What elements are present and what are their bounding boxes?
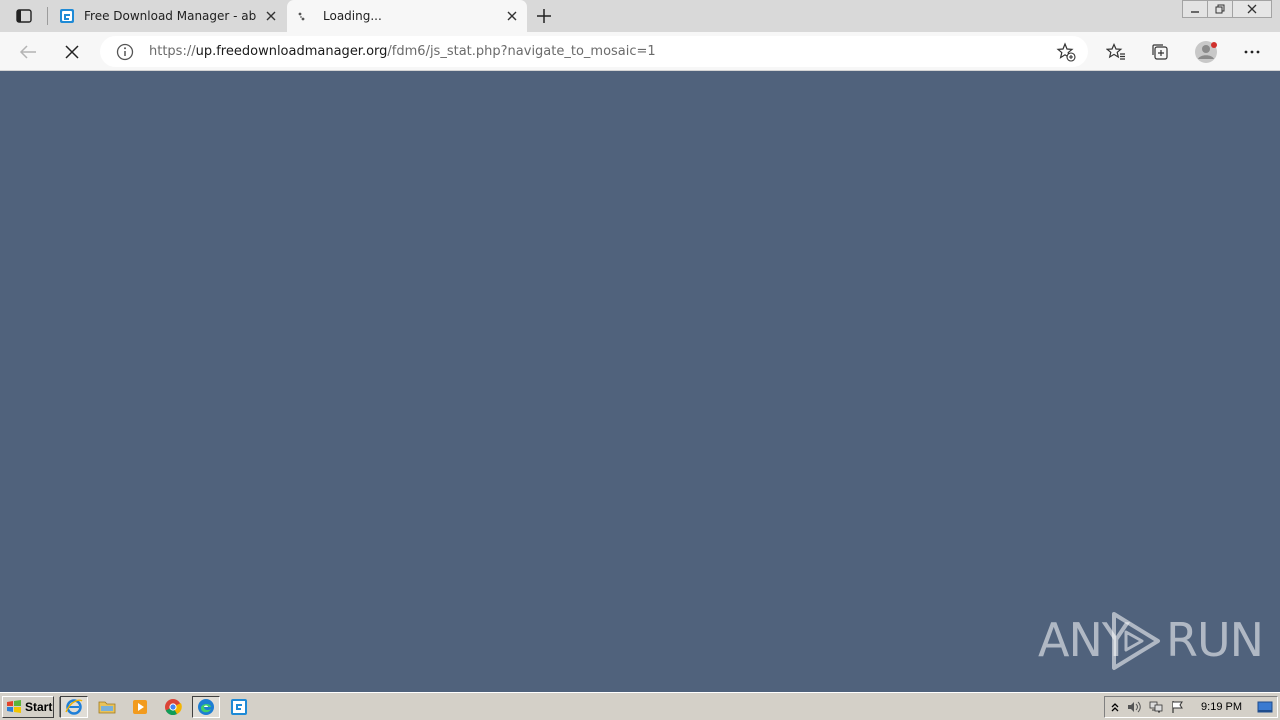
tab-actions-button[interactable] (10, 5, 38, 27)
system-tray: 9:19 PM (1104, 696, 1278, 718)
close-icon (507, 11, 517, 21)
close-icon (1247, 4, 1257, 14)
tab-separator (47, 7, 48, 25)
chrome-icon (165, 699, 182, 716)
tray-expand-icon[interactable] (1108, 700, 1122, 714)
taskbar-edge[interactable] (192, 696, 220, 718)
folder-icon (98, 701, 116, 714)
taskbar-explorer[interactable] (93, 696, 121, 718)
volume-icon[interactable] (1127, 700, 1141, 714)
taskbar-chrome[interactable] (159, 696, 187, 718)
restore-button[interactable] (1207, 0, 1233, 18)
url-path: /fdm6/js_stat.php?navigate_to_mosaic=1 (387, 44, 656, 59)
browser-toolbar: https://up.freedownloadmanager.org/fdm6/… (0, 32, 1280, 71)
start-button[interactable]: Start (2, 696, 54, 718)
plus-icon (537, 9, 551, 23)
taskbar-ie[interactable] (60, 696, 88, 718)
profile-avatar-icon (1195, 41, 1217, 63)
address-bar[interactable]: https://up.freedownloadmanager.org/fdm6/… (100, 36, 1088, 67)
windows-logo-icon (7, 700, 21, 713)
tab-free-download-manager[interactable]: Free Download Manager - absolu (50, 0, 286, 32)
tab-title: Loading... (323, 9, 382, 23)
watermark-text-right: RUN (1166, 613, 1264, 667)
back-button[interactable] (16, 40, 40, 64)
tab-strip: Free Download Manager - absolu Loading..… (0, 0, 1280, 32)
stop-x-icon (65, 45, 79, 59)
favorites-icon (1106, 43, 1125, 60)
loading-spinner-icon (298, 12, 305, 21)
star-plus-icon[interactable] (1056, 42, 1076, 62)
url-text[interactable]: https://up.freedownloadmanager.org/fdm6/… (149, 44, 656, 59)
settings-menu-button[interactable] (1240, 40, 1264, 64)
collections-button[interactable] (1148, 40, 1172, 64)
site-info-icon[interactable] (116, 43, 134, 61)
taskbar-media-player[interactable] (126, 696, 154, 718)
minimize-icon (1191, 11, 1199, 13)
collections-icon (1152, 44, 1168, 60)
favorites-button[interactable] (1104, 40, 1128, 64)
anyrun-watermark: ANY RUN (1038, 608, 1264, 672)
tab-title: Free Download Manager - absolu (84, 9, 256, 23)
internet-explorer-icon (65, 699, 83, 715)
tab-close-button[interactable] (264, 9, 278, 23)
network-icon[interactable] (1149, 700, 1163, 714)
minimize-button[interactable] (1182, 0, 1208, 18)
close-icon (266, 11, 276, 21)
tab-close-button[interactable] (505, 9, 519, 23)
page-content (0, 71, 1280, 692)
back-arrow-icon (19, 45, 36, 59)
clock[interactable]: 9:19 PM (1201, 700, 1242, 714)
window-controls (1182, 0, 1272, 18)
taskbar: Start 9:19 PM (0, 692, 1280, 720)
url-host: up.freedownloadmanager.org (195, 44, 388, 59)
more-dots-icon (1244, 50, 1260, 54)
show-desktop-icon[interactable] (1257, 700, 1273, 714)
restore-icon (1215, 4, 1225, 14)
stop-button[interactable] (60, 40, 84, 64)
new-tab-button[interactable] (534, 6, 554, 26)
play-logo-icon (1112, 612, 1160, 670)
tab-actions-icon (16, 9, 32, 23)
url-scheme: https:// (149, 44, 196, 59)
fdm-app-icon (231, 699, 247, 715)
close-window-button[interactable] (1232, 0, 1272, 18)
fdm-favicon-icon (60, 9, 74, 23)
taskbar-fdm[interactable] (225, 696, 253, 718)
profile-button[interactable] (1194, 40, 1218, 64)
quick-launch (60, 696, 258, 718)
edge-icon (198, 699, 214, 715)
media-player-icon (133, 700, 147, 714)
start-label: Start (25, 700, 53, 714)
action-center-flag-icon[interactable] (1171, 700, 1185, 714)
tab-loading[interactable]: Loading... (287, 0, 527, 32)
